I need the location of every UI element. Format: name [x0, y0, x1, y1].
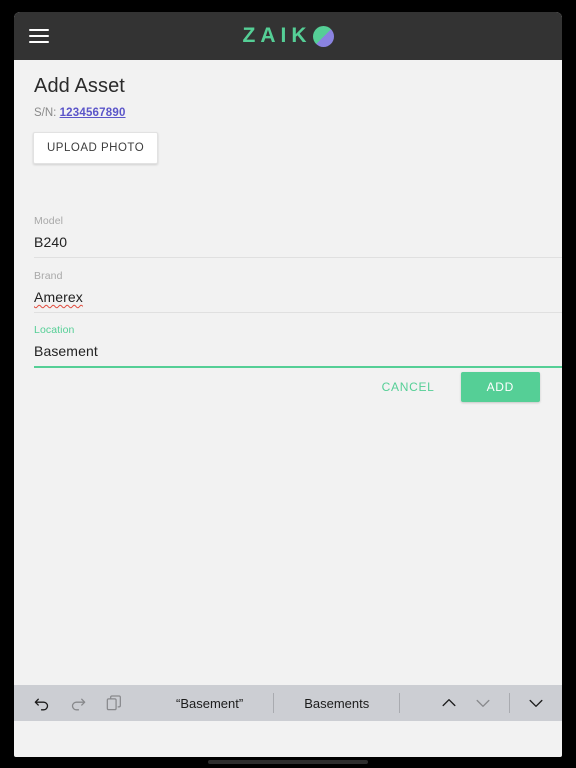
field-label-location: Location: [34, 324, 75, 336]
field-label-brand: Brand: [34, 270, 63, 282]
form-actions: CANCEL ADD: [374, 372, 540, 402]
form-field-location[interactable]: Location Basement: [34, 324, 562, 368]
toolbar-right-group: [439, 693, 562, 713]
field-underline-model: [34, 257, 562, 258]
field-value-location[interactable]: Basement: [34, 343, 562, 366]
app-logo: ZAIK: [14, 23, 562, 49]
field-value-brand[interactable]: Amerex: [34, 289, 562, 312]
suggestion-divider: [399, 693, 401, 713]
cancel-button[interactable]: CANCEL: [374, 372, 443, 402]
app-bar: ZAIK: [14, 12, 562, 60]
serial-number-link[interactable]: 1234567890: [60, 107, 126, 119]
half-circle-logo-mark-icon: [312, 25, 334, 47]
paste-clipboard-icon[interactable]: [104, 693, 124, 713]
field-underline-location: [34, 366, 562, 368]
serial-number-line: S/N: 1234567890: [34, 107, 126, 119]
keyboard-accessory-toolbar: “Basement” Basements: [14, 685, 562, 721]
app-logo-text: ZAIK: [242, 24, 312, 47]
screen: ZAIK Add Asset S/N: 1234567890 UPLOAD PH…: [14, 12, 562, 757]
field-underline-brand: [34, 312, 562, 313]
form-field-model[interactable]: Model B240: [34, 215, 562, 258]
page-content: Add Asset S/N: 1234567890 UPLOAD PHOTO M…: [14, 60, 562, 721]
add-button[interactable]: ADD: [460, 372, 540, 402]
field-label-model: Model: [34, 215, 64, 227]
toolbar-divider: [509, 693, 510, 713]
chevron-up-icon[interactable]: [439, 693, 459, 713]
page-title: Add Asset: [34, 75, 125, 97]
suggestion-item[interactable]: “Basement”: [146, 696, 273, 711]
serial-number-label: S/N:: [34, 107, 57, 119]
undo-arrow-icon[interactable]: [32, 693, 52, 713]
chevron-down-dismiss-icon[interactable]: [526, 693, 546, 713]
redo-arrow-icon[interactable]: [68, 693, 88, 713]
misspelled-word[interactable]: Amerex: [34, 289, 83, 305]
chevron-down-icon[interactable]: [473, 693, 493, 713]
autocorrect-suggestions: “Basement” Basements: [146, 691, 439, 715]
field-value-model[interactable]: B240: [34, 234, 562, 257]
form-field-brand[interactable]: Brand Amerex: [34, 270, 562, 313]
home-indicator: [208, 760, 368, 764]
upload-photo-button[interactable]: UPLOAD PHOTO: [33, 132, 159, 164]
device-frame: ZAIK Add Asset S/N: 1234567890 UPLOAD PH…: [0, 0, 576, 768]
suggestion-item[interactable]: Basements: [274, 696, 399, 711]
toolbar-left-group: [14, 693, 124, 713]
